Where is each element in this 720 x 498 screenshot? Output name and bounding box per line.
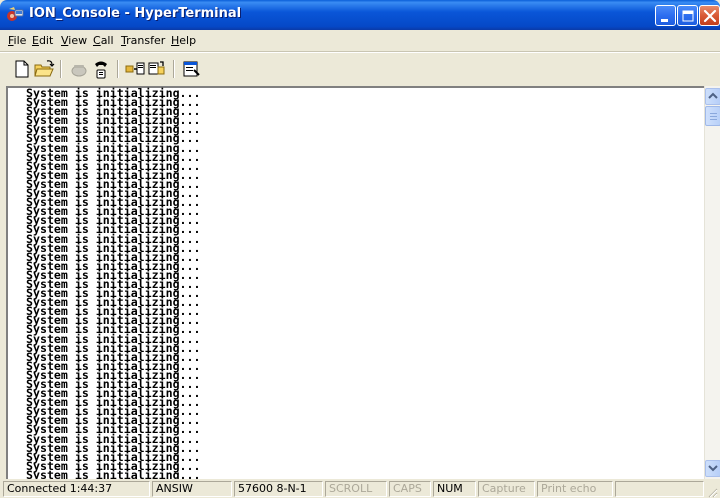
status-caps: CAPS xyxy=(389,481,431,497)
status-emulation: ANSIW xyxy=(152,481,232,497)
menu-edit[interactable]: Edit xyxy=(32,34,53,47)
scroll-thumb-grip xyxy=(710,116,717,117)
receive-file-icon[interactable] xyxy=(146,58,168,80)
terminal-output: System is initializing... System is initi… xyxy=(26,87,201,481)
maximize-icon xyxy=(682,10,694,22)
scroll-thumb-grip xyxy=(710,113,717,114)
resize-grip-icon[interactable] xyxy=(704,484,718,498)
disconnect-phone-icon[interactable] xyxy=(90,58,112,80)
status-capture: Capture xyxy=(478,481,535,497)
minimize-icon xyxy=(661,19,668,22)
chevron-up-icon xyxy=(708,92,718,99)
close-button[interactable] xyxy=(699,5,720,26)
toolbar-separator xyxy=(173,60,175,78)
status-num: NUM xyxy=(433,481,476,497)
maximize-button[interactable] xyxy=(677,5,698,26)
scroll-up-button[interactable] xyxy=(705,88,720,105)
open-folder-icon[interactable] xyxy=(33,58,55,80)
menu-view[interactable]: View xyxy=(61,34,87,47)
scroll-down-button[interactable] xyxy=(705,460,720,477)
status-scroll: SCROLL xyxy=(325,481,387,497)
send-file-icon[interactable] xyxy=(124,58,146,80)
properties-icon[interactable] xyxy=(180,58,202,80)
window-title: ION_Console - HyperTerminal xyxy=(29,6,242,21)
scroll-thumb[interactable] xyxy=(705,106,720,126)
title-bar[interactable]: ION_Console - HyperTerminal xyxy=(0,0,720,30)
chevron-down-icon xyxy=(708,465,718,472)
status-empty xyxy=(615,481,704,497)
minimize-button[interactable] xyxy=(655,5,676,26)
connect-phone-icon[interactable] xyxy=(68,58,90,80)
status-port-settings: 57600 8-N-1 xyxy=(234,481,323,497)
menu-transfer[interactable]: Transfer xyxy=(121,34,165,47)
hyperterminal-window: ION_Console - HyperTerminal File Edit Vi… xyxy=(0,0,720,498)
scroll-thumb-grip xyxy=(710,119,717,120)
menu-file[interactable]: File xyxy=(8,34,26,47)
hyperterminal-phone-icon[interactable] xyxy=(6,6,24,24)
toolbar-separator xyxy=(117,60,119,78)
status-connected: Connected 1:44:37 xyxy=(3,481,150,497)
vertical-scrollbar[interactable] xyxy=(704,86,720,479)
menu-call[interactable]: Call xyxy=(93,34,114,47)
status-bar: Connected 1:44:37 ANSIW 57600 8-N-1 SCRO… xyxy=(0,479,720,498)
toolbar-separator xyxy=(60,60,62,78)
toolbar xyxy=(0,52,720,84)
menu-help[interactable]: Help xyxy=(171,34,196,47)
terminal-screen[interactable]: System is initializing... System is initi… xyxy=(6,86,704,481)
new-document-icon[interactable] xyxy=(11,58,33,80)
menu-bar: File Edit View Call Transfer Help xyxy=(0,30,720,51)
status-print-echo: Print echo xyxy=(537,481,613,497)
close-icon xyxy=(703,9,717,23)
